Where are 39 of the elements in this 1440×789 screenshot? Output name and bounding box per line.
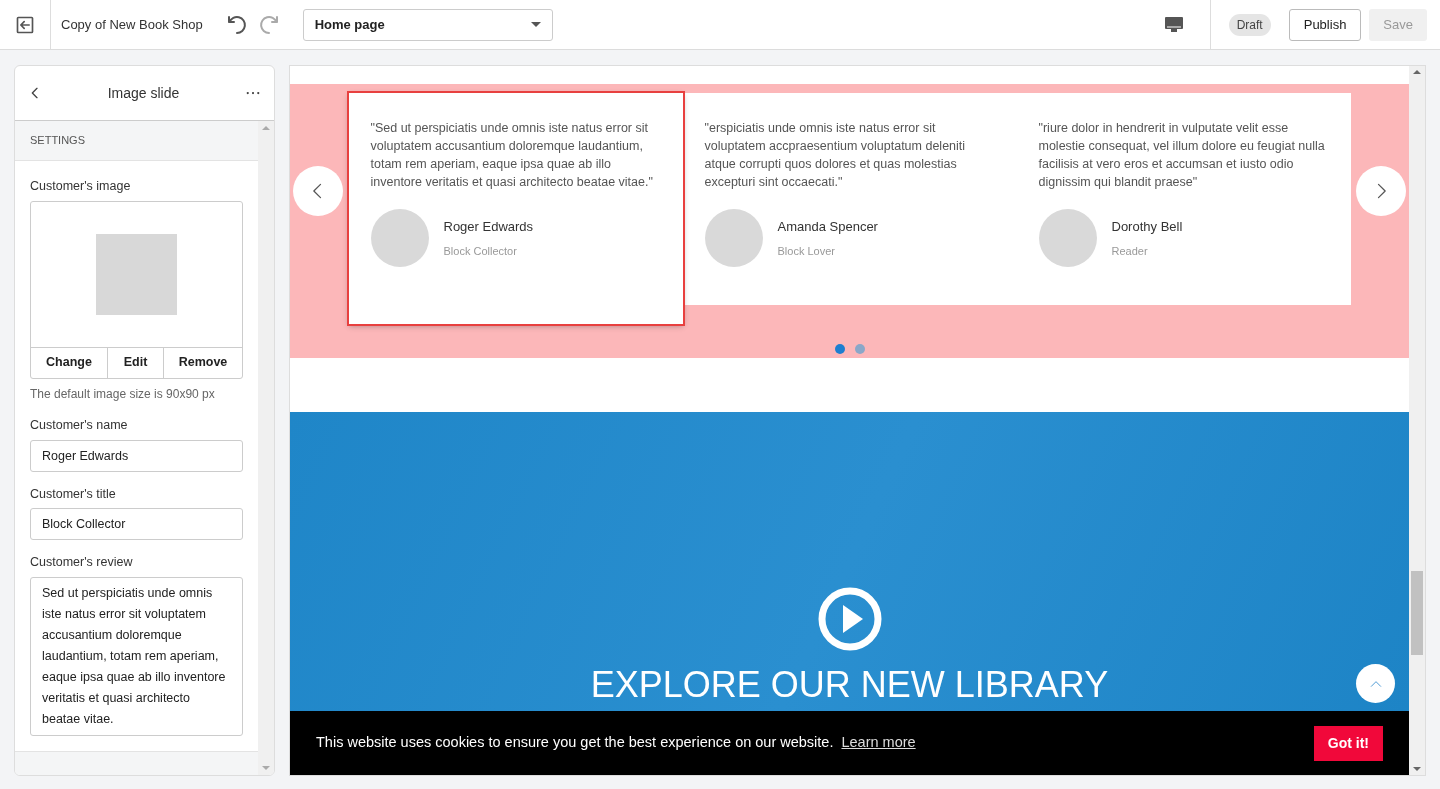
testimonial-quote: "riure dolor in hendrerit in vulputate velit esse molestie consequat, vel illum dolore eu feugiat nulla facilisis at vero eros et accumsan et iusto odio dignissim qui blandit praese"	[1038, 120, 1326, 191]
learn-more-link[interactable]: Learn more	[841, 732, 916, 754]
accept-button[interactable]: Got it!	[1313, 725, 1383, 761]
image-action-button[interactable]: Change	[31, 347, 108, 378]
field-label: Customer's image	[30, 178, 132, 195]
scrollbar[interactable]	[1409, 66, 1425, 775]
text-field[interactable]: Block Collector	[30, 508, 243, 541]
testimonial-card[interactable]	[1016, 93, 1351, 305]
cookie-message: This website uses cookies to ensure you get the best experience on our website.	[316, 733, 834, 753]
text-field[interactable]: Roger Edwards	[30, 439, 243, 472]
caret-icon	[530, 22, 541, 27]
testimonial-quote: "Sed ut perspiciatis unde omnis iste natus error sit voluptatem accusantium doloremque laudantium, totam rem aperiam, eaque ipsa quae ab illo inventore veritatis et quasi architecto beatae vitae."	[370, 120, 654, 191]
customer-title: Block Collector	[443, 243, 518, 259]
customer-name: Amanda Spencer	[777, 218, 878, 236]
panel-title: Image slide	[106, 83, 181, 103]
image-action-button[interactable]: Edit	[108, 347, 164, 378]
section-heading: SETTINGS	[30, 133, 85, 149]
status-badge: Draft	[1228, 13, 1271, 36]
customer-title: Reader	[1111, 243, 1149, 259]
field-label: Customer's review	[30, 554, 134, 572]
banner-heading: EXPLORE OUR NEW LIBRARY	[590, 663, 1109, 707]
field-label: Customer's title	[30, 485, 117, 503]
site-title: Copy of New Book Shop	[61, 15, 203, 34]
page-select[interactable]: Home page	[302, 8, 553, 41]
testimonial-card[interactable]: "erspiciatis unde omnis iste natus error sit voluptatem accpraesentium voluptatum deleniti atque corrupti quos dolores et quas molestias excepturi sint occaecati." Amanda Spencer Block Lover	[682, 93, 1017, 305]
desktop-icon[interactable]	[1164, 16, 1183, 33]
play-icon[interactable]	[817, 587, 882, 651]
customer-title: Block Lover	[777, 243, 836, 259]
review-field[interactable]: Sed ut perspiciatis unde omnis iste natus error sit voluptatem accusantium doloremque laudantium, totam rem aperiam, eaque ipsa quae ab illo inventore veritatis et quasi architecto beatae vitae.	[30, 577, 243, 736]
customer-name: Dorothy Bell	[1111, 218, 1183, 236]
testimonial-quote: "erspiciatis unde omnis iste natus error sit voluptatem accpraesentium voluptatum deleniti atque corrupti quos dolores et quas molestias excepturi sint occaecati."	[704, 120, 967, 191]
customer-name: Roger Edwards	[443, 218, 534, 236]
field-label: Customer's name	[30, 416, 129, 434]
testimonial-card[interactable]	[348, 93, 683, 324]
image-action-button[interactable]: Remove	[164, 347, 242, 378]
help-text: The default image size is 90x90 px	[30, 385, 216, 403]
action-button[interactable]: Publish	[1288, 8, 1362, 41]
exit-icon[interactable]	[15, 14, 35, 35]
scrollbar[interactable]	[258, 121, 274, 775]
